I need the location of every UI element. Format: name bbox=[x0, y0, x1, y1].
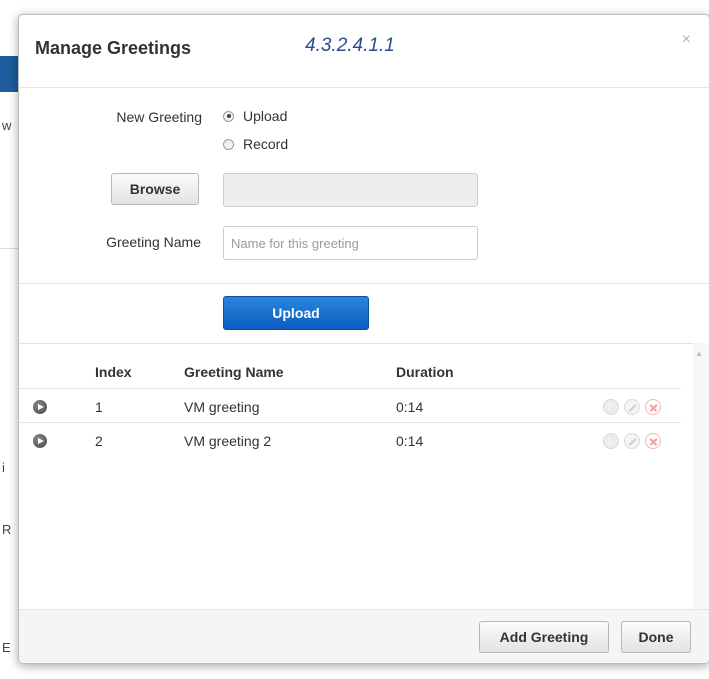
close-icon[interactable]: × bbox=[682, 31, 691, 49]
greeting-name-input[interactable] bbox=[223, 226, 478, 260]
version-label: 4.3.2.4.1.1 bbox=[305, 35, 395, 56]
dialog-title: Manage Greetings bbox=[35, 38, 192, 58]
form-divider bbox=[19, 283, 709, 284]
download-icon[interactable] bbox=[603, 433, 619, 449]
greetings-table: Index Greeting Name Duration 1 VM greeti… bbox=[19, 343, 709, 610]
greeting-name-label: Greeting Name bbox=[106, 234, 201, 250]
upload-button[interactable]: Upload bbox=[223, 296, 369, 330]
upload-radio-label[interactable]: Upload bbox=[243, 108, 287, 124]
record-radio[interactable] bbox=[223, 138, 234, 150]
row-greeting-name: VM greeting bbox=[184, 399, 260, 415]
background-text-fragment: R bbox=[2, 522, 12, 537]
edit-icon[interactable] bbox=[624, 433, 640, 449]
row-index: 2 bbox=[95, 433, 103, 449]
record-radio-option[interactable]: Record bbox=[223, 136, 288, 152]
delete-icon[interactable] bbox=[645, 399, 661, 415]
row-duration: 0:14 bbox=[396, 399, 424, 415]
column-header-duration: Duration bbox=[396, 364, 454, 380]
header-divider bbox=[19, 388, 681, 389]
done-button[interactable]: Done bbox=[621, 621, 691, 653]
background-text-fragment: w bbox=[2, 118, 12, 133]
delete-icon[interactable] bbox=[645, 433, 661, 449]
column-header-index: Index bbox=[95, 364, 132, 380]
download-icon[interactable] bbox=[603, 399, 619, 415]
upload-radio[interactable] bbox=[223, 110, 234, 122]
background-text-fragment: E bbox=[2, 640, 11, 655]
dialog-header: Manage Greetings 4.3.2.4.1.1 × bbox=[19, 15, 709, 88]
play-icon[interactable] bbox=[33, 400, 47, 414]
new-greeting-label: New Greeting bbox=[116, 109, 202, 125]
row-greeting-name: VM greeting 2 bbox=[184, 433, 272, 449]
column-header-greeting-name: Greeting Name bbox=[184, 364, 284, 380]
upload-radio-option[interactable]: Upload bbox=[223, 108, 287, 124]
manage-greetings-dialog: Manage Greetings 4.3.2.4.1.1 × New Greet… bbox=[18, 14, 709, 664]
add-greeting-button[interactable]: Add Greeting bbox=[479, 621, 609, 653]
background-text-fragment: i bbox=[2, 460, 5, 475]
edit-icon[interactable] bbox=[624, 399, 640, 415]
table-scrollbar[interactable] bbox=[693, 343, 709, 609]
record-radio-label[interactable]: Record bbox=[243, 136, 288, 152]
scroll-up-icon[interactable]: ▲ bbox=[695, 349, 703, 358]
row-index: 1 bbox=[95, 399, 103, 415]
dialog-footer: Add Greeting Done bbox=[19, 609, 709, 663]
row-divider bbox=[19, 422, 681, 423]
browse-button[interactable]: Browse bbox=[111, 173, 199, 205]
play-icon[interactable] bbox=[33, 434, 47, 448]
row-duration: 0:14 bbox=[396, 433, 424, 449]
file-path-field[interactable] bbox=[223, 173, 478, 207]
